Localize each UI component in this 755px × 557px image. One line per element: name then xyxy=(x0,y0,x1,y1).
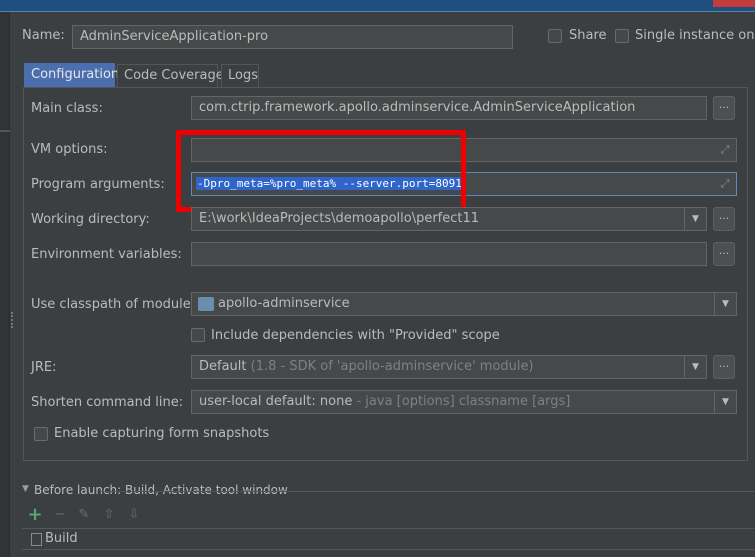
shorten-detail: - java [options] classname [args] xyxy=(356,394,571,409)
jre-detail: (1.8 - SDK of 'apollo-adminservice' modu… xyxy=(250,359,534,374)
left-gutter xyxy=(0,12,10,557)
remove-icon[interactable]: − xyxy=(52,507,68,523)
jre-browse-button[interactable]: ... xyxy=(713,355,735,379)
include-dependencies-checkbox[interactable] xyxy=(191,328,205,342)
share-checkbox[interactable] xyxy=(548,29,562,43)
enable-capturing-label[interactable]: Enable capturing form snapshots xyxy=(54,426,269,441)
main-class-label: Main class: xyxy=(31,101,103,116)
name-input[interactable]: AdminServiceApplication-pro xyxy=(72,25,513,49)
tab-configuration[interactable]: Configuration xyxy=(24,63,119,87)
move-up-icon[interactable]: ⇧ xyxy=(101,507,117,523)
classpath-module-dropdown-icon[interactable]: ▼ xyxy=(714,293,736,315)
gutter-marker xyxy=(0,130,10,132)
tab-logs[interactable]: Logs xyxy=(221,64,259,88)
before-launch-collapse-icon[interactable]: ▼ xyxy=(22,484,29,494)
vm-options-label: VM options: xyxy=(31,142,108,157)
tab-code-coverage[interactable]: Code Coverage xyxy=(117,64,224,88)
build-item-label: Build xyxy=(45,531,78,546)
enable-capturing-checkbox[interactable] xyxy=(34,427,48,441)
environment-variables-input[interactable] xyxy=(191,242,707,266)
window-title-bar xyxy=(0,0,755,12)
share-label[interactable]: Share xyxy=(569,28,607,43)
working-directory-input[interactable]: E:\work\IdeaProjects\demoapollo\perfect1… xyxy=(191,207,707,231)
splitter-handle[interactable] xyxy=(11,312,14,328)
jre-select[interactable]: Default (1.8 - SDK of 'apollo-adminservi… xyxy=(191,355,707,379)
working-directory-browse-button[interactable]: ... xyxy=(713,207,735,231)
jre-value: Default xyxy=(199,359,247,374)
program-arguments-label: Program arguments: xyxy=(31,177,165,192)
move-down-icon[interactable]: ⇩ xyxy=(126,507,142,523)
working-directory-dropdown-icon[interactable]: ▼ xyxy=(684,208,706,230)
working-directory-label: Working directory: xyxy=(31,212,150,227)
before-launch-title[interactable]: Before launch: Build, Activate tool wind… xyxy=(34,483,288,497)
shorten-command-line-select[interactable]: user-local default: none - java [options… xyxy=(191,390,737,414)
classpath-module-label: Use classpath of module: xyxy=(31,297,196,312)
module-folder-icon xyxy=(198,297,214,311)
vm-options-expand-icon[interactable]: ⤢ xyxy=(718,143,732,157)
shorten-command-line-dropdown-icon[interactable]: ▼ xyxy=(714,391,736,413)
before-launch-divider xyxy=(100,491,755,492)
window-close-button[interactable] xyxy=(713,0,755,7)
shorten-command-line-label: Shorten command line: xyxy=(31,395,184,410)
single-instance-label[interactable]: Single instance only xyxy=(635,28,755,43)
highlight-annotation-box xyxy=(176,130,466,212)
classpath-module-select[interactable]: apollo-adminservice xyxy=(191,292,737,316)
single-instance-checkbox[interactable] xyxy=(615,29,629,43)
main-class-input[interactable]: com.ctrip.framework.apollo.adminservice.… xyxy=(191,96,707,120)
jre-label: JRE: xyxy=(31,360,57,375)
environment-variables-label: Environment variables: xyxy=(31,247,182,262)
main-class-browse-button[interactable]: ... xyxy=(713,96,735,120)
jre-dropdown-icon[interactable]: ▼ xyxy=(684,356,706,378)
include-dependencies-label[interactable]: Include dependencies with "Provided" sco… xyxy=(211,328,500,343)
edit-icon[interactable]: ✎ xyxy=(76,507,92,523)
build-icon xyxy=(31,533,42,546)
add-icon[interactable]: + xyxy=(27,506,43,524)
shorten-value: user-local default: none xyxy=(199,394,353,409)
environment-variables-browse-button[interactable]: ... xyxy=(713,242,735,266)
program-arguments-expand-icon[interactable]: ⤢ xyxy=(718,177,732,191)
name-label: Name: xyxy=(22,28,65,43)
before-launch-list-item[interactable]: Build xyxy=(22,528,755,550)
